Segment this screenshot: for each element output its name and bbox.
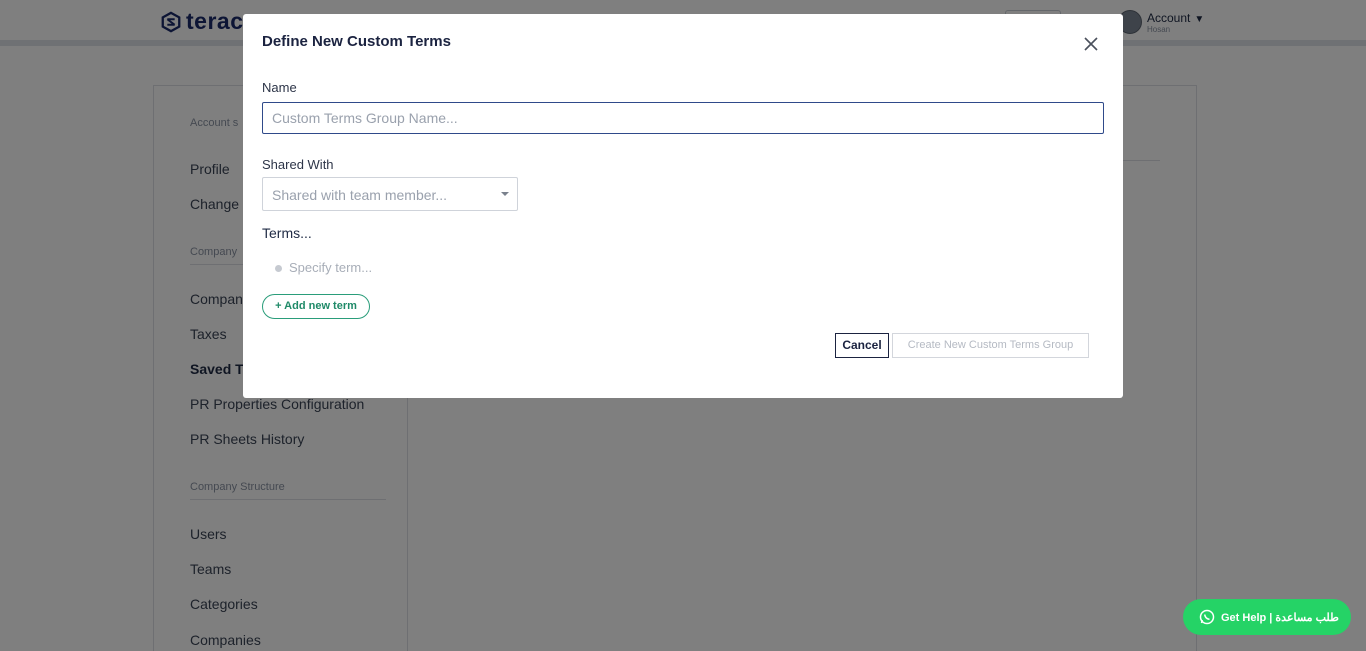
name-label: Name	[262, 80, 297, 95]
add-term-button[interactable]: + Add new term	[262, 294, 370, 319]
shared-with-placeholder: Shared with team member...	[272, 187, 448, 203]
close-icon	[1084, 37, 1098, 51]
dialog-title: Define New Custom Terms	[262, 33, 451, 50]
shared-with-label: Shared With	[262, 157, 334, 172]
shared-with-select[interactable]: Shared with team member...	[262, 177, 518, 211]
close-button[interactable]	[1081, 34, 1101, 54]
whatsapp-icon	[1199, 609, 1215, 625]
get-help-button[interactable]: Get Help | طلب مساعدة	[1183, 599, 1351, 635]
custom-terms-dialog: Define New Custom Terms Name Shared With…	[243, 14, 1123, 398]
chevron-down-icon	[501, 192, 509, 196]
name-input[interactable]	[262, 102, 1104, 134]
create-terms-group-button[interactable]: Create New Custom Terms Group	[892, 333, 1089, 358]
get-help-label: Get Help | طلب مساعدة	[1221, 611, 1339, 624]
term-input[interactable]	[289, 257, 589, 277]
bullet-icon	[275, 265, 282, 272]
terms-label: Terms...	[262, 225, 312, 241]
cancel-button[interactable]: Cancel	[835, 333, 889, 358]
